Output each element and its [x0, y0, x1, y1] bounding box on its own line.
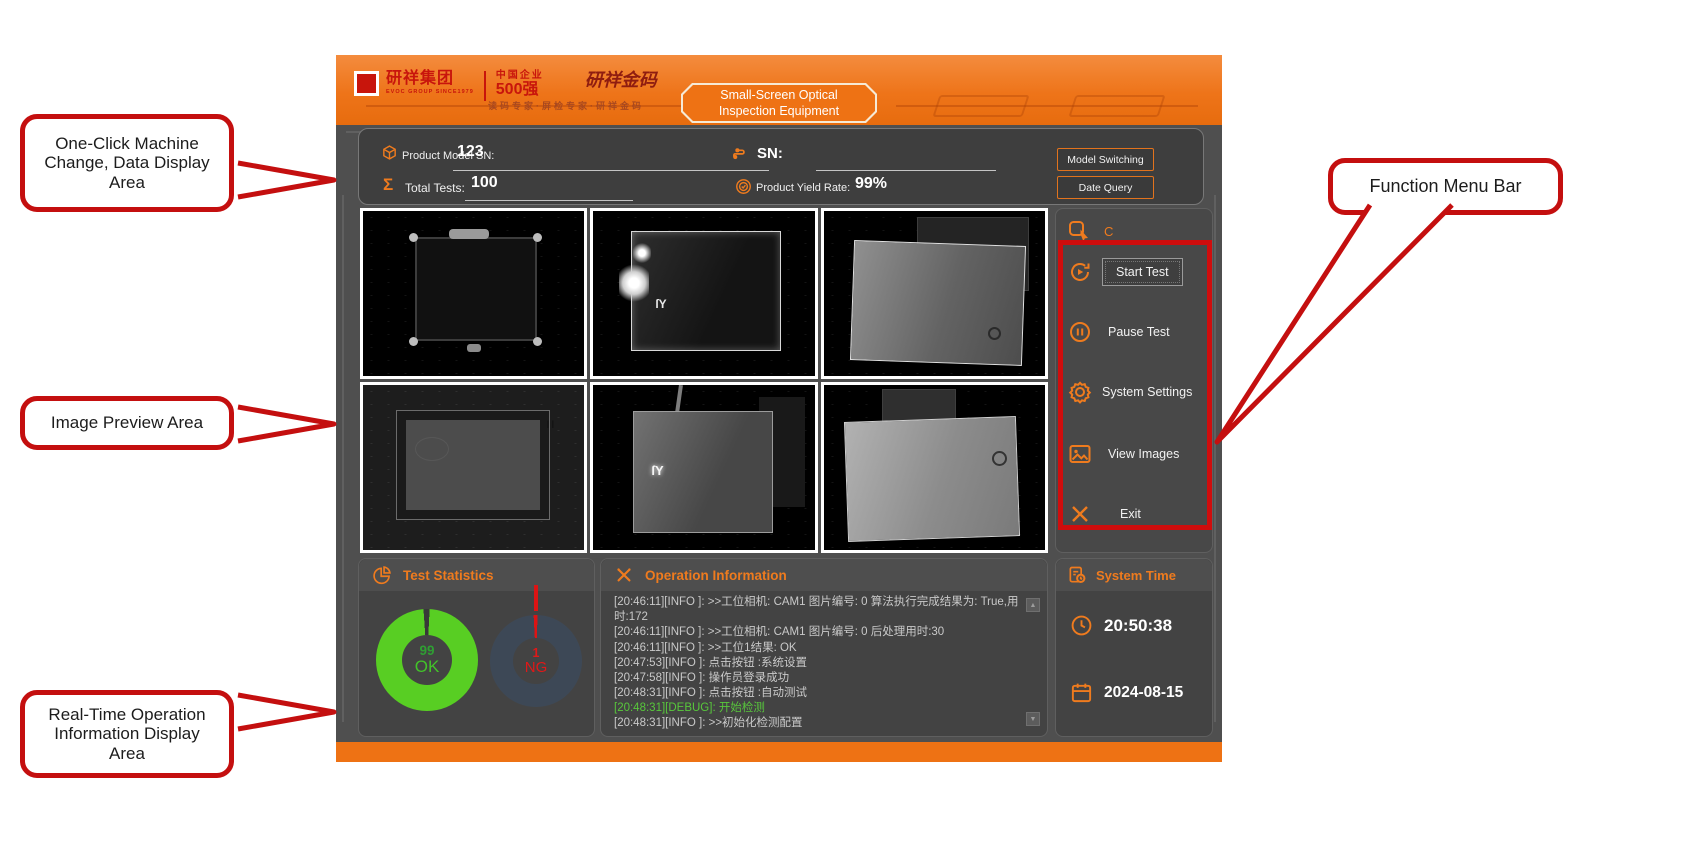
model-switching-button[interactable]: Model Switching	[1057, 148, 1154, 171]
date-query-button[interactable]: Date Query	[1057, 176, 1154, 199]
ok-count: 99	[419, 644, 434, 658]
camera-image-4[interactable]: II	[360, 382, 587, 553]
operation-information-title: Operation Information	[645, 568, 787, 583]
log-scroll-down-button[interactable]: ▼	[1026, 712, 1040, 726]
log-line-debug: [20:48:31][DEBUG]: 开始检测	[614, 701, 1019, 716]
app-header: 研祥集团 EVOC GROUP SINCE1979 中国企业 500强 研祥金码…	[336, 55, 1222, 125]
camera-image-5[interactable]: ſY	[590, 382, 817, 553]
test-statistics-title: Test Statistics	[403, 568, 494, 583]
app-title-line1: Small-Screen Optical	[720, 87, 837, 103]
total-tests-value: 100	[471, 174, 498, 192]
callout-data-display: One-Click Machine Change, Data Display A…	[20, 114, 234, 212]
callout-tail	[1205, 200, 1465, 450]
system-time-value: 20:50:38	[1104, 616, 1172, 636]
operation-log[interactable]: [20:46:11][INFO ]: >>工位相机: CAM1 图片编号: 0 …	[614, 595, 1019, 730]
log-line: [20:47:53][INFO ]: 点击按钮 :系统设置	[614, 656, 1019, 671]
system-time-panel: System Time 20:50:38 2024-08-15	[1055, 558, 1213, 737]
log-line: [20:48:31][INFO ]: >>初始化检测配置	[614, 716, 1019, 730]
menu-header-label: C	[1104, 224, 1113, 239]
sigma-icon: Σ	[383, 176, 393, 193]
callout-tail	[236, 155, 340, 205]
pie-chart-icon	[372, 565, 392, 585]
camera-image-2[interactable]: ſY	[590, 208, 817, 379]
logo-group-name: 研祥集团	[386, 71, 474, 87]
log-line: [20:46:11][INFO ]: >>工位相机: CAM1 图片编号: 0 …	[614, 595, 1019, 625]
logo-rank-bottom: 500强	[496, 81, 544, 99]
annotation-function-menu-rect	[1058, 240, 1212, 530]
tools-icon	[614, 565, 634, 585]
log-line: [20:46:11][INFO ]: >>工位1结果: OK	[614, 641, 1019, 656]
frame-decoration	[342, 195, 344, 722]
log-line: [20:47:58][INFO ]: 操作员登录成功	[614, 671, 1019, 686]
log-scroll-up-button[interactable]: ▲	[1026, 598, 1040, 612]
ng-label: NG	[525, 660, 548, 676]
yield-check-icon	[735, 178, 752, 195]
ng-count: 1	[533, 647, 540, 660]
image-preview-grid: ſY II ſY	[360, 208, 1048, 553]
test-statistics-panel: Test Statistics 99 OK 1 NG	[358, 558, 595, 737]
data-display-panel: Product Model SN: 123 Σ Total Tests: 100…	[358, 128, 1204, 205]
product-box-icon	[381, 144, 398, 161]
ok-donut-chart: 99 OK	[376, 609, 478, 711]
system-time-title: System Time	[1096, 568, 1176, 583]
total-tests-label: Total Tests:	[405, 181, 465, 195]
page: 研祥集团 EVOC GROUP SINCE1979 中国企业 500强 研祥金码…	[0, 0, 1688, 861]
ok-label: OK	[415, 658, 440, 676]
app-title-badge: Small-Screen Optical Inspection Equipmen…	[681, 83, 877, 123]
logo-tagline: 读码专家·屏检专家·研祥金码	[488, 99, 644, 112]
document-clock-icon	[1067, 565, 1087, 585]
logo-since: SINCE1979	[436, 89, 474, 95]
log-line: [20:46:11][INFO ]: >>工位相机: CAM1 图片编号: 0 …	[614, 625, 1019, 640]
header-circuit-chip	[1068, 95, 1165, 117]
logo-brand-script: 研祥金码	[585, 71, 657, 89]
sn-label: SN:	[757, 145, 783, 162]
camera-image-1[interactable]	[360, 208, 587, 379]
clock-icon	[1070, 614, 1093, 637]
callout-image-preview: Image Preview Area	[20, 396, 234, 450]
yield-label: Product Yield Rate:	[756, 182, 850, 194]
logo-group-sub: EVOC GROUP	[386, 89, 433, 95]
logo-rank-top: 中国企业	[496, 71, 544, 81]
evoc-logo-icon	[354, 71, 379, 96]
product-model-value: 123	[457, 143, 484, 161]
product-model-underline	[453, 170, 769, 171]
log-line: [20:48:31][INFO ]: 点击按钮 :自动测试	[614, 686, 1019, 701]
app-title-line2: Inspection Equipment	[719, 103, 839, 119]
yield-value: 99%	[855, 175, 887, 193]
callout-tail	[236, 400, 340, 448]
calendar-icon	[1070, 681, 1093, 704]
brand-logo: 研祥集团 EVOC GROUP SINCE1979 中国企业 500强 研祥金码	[354, 71, 657, 101]
callout-tail	[236, 688, 340, 736]
operation-information-panel: Operation Information [20:46:11][INFO ]:…	[600, 558, 1048, 737]
camera-image-6[interactable]	[821, 382, 1048, 553]
system-date-value: 2024-08-15	[1104, 684, 1183, 702]
ng-donut-chart: 1 NG	[490, 615, 582, 707]
ng-marker-line	[534, 585, 538, 611]
logo-divider	[484, 71, 486, 101]
callout-realtime-info: Real-Time Operation Information Display …	[20, 690, 234, 778]
frame-decoration	[1214, 195, 1216, 722]
total-tests-underline	[465, 200, 633, 201]
camera-image-3[interactable]	[821, 208, 1048, 379]
callout-function-menu: Function Menu Bar	[1328, 158, 1563, 215]
sn-underline	[816, 170, 996, 171]
sn-flow-icon	[731, 145, 748, 162]
app-footer-bar	[336, 742, 1222, 762]
header-circuit-chip	[932, 95, 1029, 117]
